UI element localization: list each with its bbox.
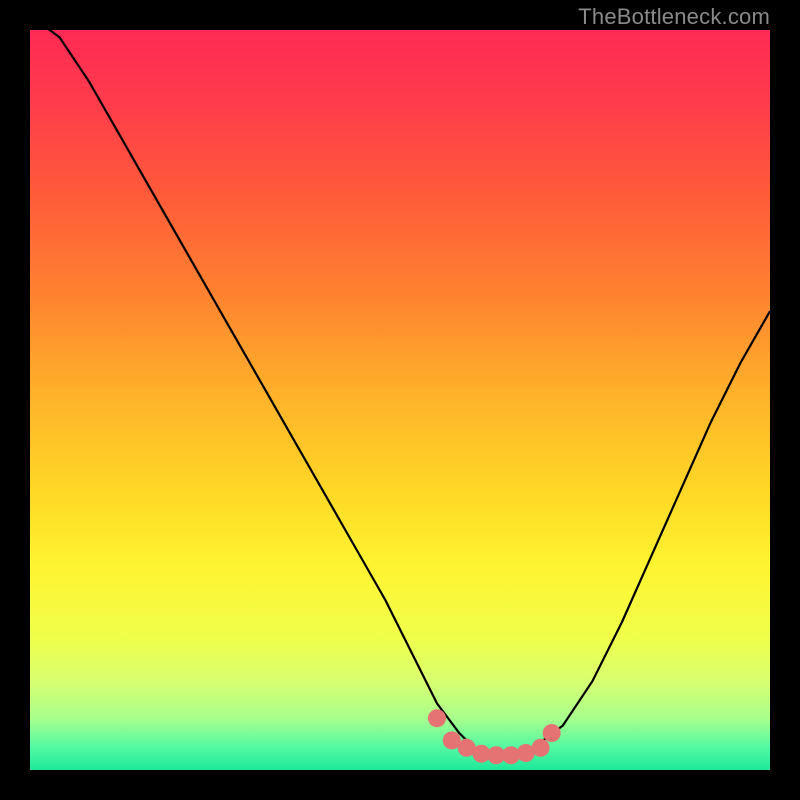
plot-area	[30, 30, 770, 770]
chart-frame: TheBottleneck.com	[0, 0, 800, 800]
watermark-label: TheBottleneck.com	[578, 4, 770, 30]
gradient-background	[30, 30, 770, 770]
bottleneck-chart	[30, 30, 770, 770]
sweet-spot-dot	[428, 709, 446, 727]
sweet-spot-dot	[543, 724, 561, 742]
sweet-spot-dot	[532, 739, 550, 757]
